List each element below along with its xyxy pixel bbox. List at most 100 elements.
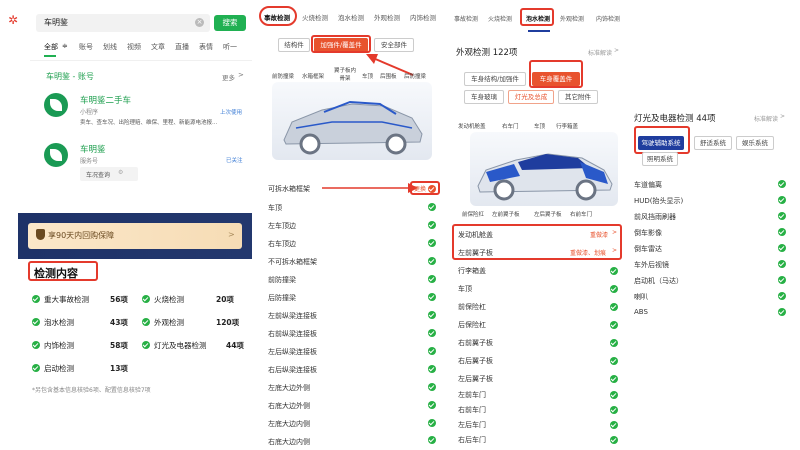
pill-body-structure[interactable]: 车身结构/加强件 bbox=[464, 72, 526, 86]
tab-fire[interactable]: 火烧检测 bbox=[302, 12, 328, 22]
std-link[interactable]: 标准解读 bbox=[754, 114, 778, 123]
row-label[interactable]: 右后车门 bbox=[458, 435, 486, 445]
row-label[interactable]: 左前翼子板 bbox=[458, 248, 493, 258]
account1-name[interactable]: 车明鉴二手车 bbox=[80, 94, 131, 106]
account2-tag: 已关注 bbox=[226, 158, 243, 164]
tab-video[interactable]: 视频 bbox=[127, 42, 141, 52]
more-link[interactable]: 更多 bbox=[222, 72, 235, 82]
tab-exterior[interactable]: 外观检测 bbox=[374, 12, 400, 22]
tab-live[interactable]: 直播 bbox=[175, 42, 189, 52]
clear-icon[interactable]: × bbox=[195, 18, 204, 27]
pill-comfort[interactable]: 舒适系统 bbox=[694, 136, 732, 150]
row-label[interactable]: ABS bbox=[634, 308, 648, 316]
search-box[interactable]: 车明鉴 × bbox=[36, 14, 210, 32]
check-icon bbox=[610, 375, 618, 383]
row-label[interactable]: 右车顶边 bbox=[268, 239, 296, 249]
check-icon bbox=[778, 244, 786, 252]
row-label[interactable]: 左后翼子板 bbox=[458, 374, 493, 384]
row-label[interactable]: 发动机舱盖 bbox=[458, 230, 493, 240]
inspect-item[interactable]: 灯光及电器检测 44项 bbox=[142, 339, 252, 351]
filter-icon[interactable]: ≑ bbox=[62, 42, 68, 50]
car-label: 车顶 bbox=[534, 124, 546, 130]
check-icon bbox=[778, 308, 786, 316]
row-label[interactable]: 后防撞梁 bbox=[268, 293, 296, 303]
tab-line[interactable]: 划线 bbox=[103, 42, 117, 52]
inspect-item[interactable]: 启动检测 13项 bbox=[32, 362, 142, 374]
pill-entertainment[interactable]: 娱乐系统 bbox=[736, 136, 774, 150]
shield-icon bbox=[36, 229, 45, 240]
row-label[interactable]: 左后纵梁连接板 bbox=[268, 347, 317, 357]
tab-exterior[interactable]: 外观检测 bbox=[560, 14, 584, 23]
row-label[interactable]: 左底大边外侧 bbox=[268, 383, 310, 393]
tab-accident[interactable]: 事故检测 bbox=[454, 14, 478, 23]
row-label[interactable]: 倒车雷达 bbox=[634, 244, 662, 254]
row-label[interactable]: 左车顶边 bbox=[268, 221, 296, 231]
exterior-title: 外观检测 122项 bbox=[456, 48, 518, 58]
search-button[interactable]: 搜索 bbox=[214, 15, 246, 31]
row-label[interactable]: HUD(抬头显示) bbox=[634, 196, 683, 206]
row-label[interactable]: 车道偏离 bbox=[634, 180, 662, 190]
row-label[interactable]: 左前车门 bbox=[458, 390, 486, 400]
row-label[interactable]: 左前纵梁连接板 bbox=[268, 311, 317, 321]
row-label[interactable]: 右前翼子板 bbox=[458, 338, 493, 348]
pill-other[interactable]: 其它附件 bbox=[558, 90, 598, 104]
pill-lights[interactable]: 灯光及总成 bbox=[508, 90, 554, 104]
row-label[interactable]: 前防撞梁 bbox=[268, 275, 296, 285]
tab-interior[interactable]: 内饰检测 bbox=[410, 12, 436, 22]
electrical-title: 灯光及电器检测 44项 bbox=[634, 114, 716, 124]
tab-water[interactable]: 泡水检测 bbox=[338, 12, 364, 22]
inspect-item[interactable]: 内饰检测 58项 bbox=[32, 339, 142, 351]
std-link[interactable]: 标准解读 bbox=[588, 48, 612, 57]
tab-article[interactable]: 文章 bbox=[151, 42, 165, 52]
tab-listen[interactable]: 听一 bbox=[223, 42, 237, 52]
tab-fire[interactable]: 火烧检测 bbox=[488, 14, 512, 23]
guarantee-bar[interactable]: 享90天内回购保障 > bbox=[18, 213, 252, 259]
row-label[interactable]: 不可拆水箱框架 bbox=[268, 257, 317, 267]
gear-icon: ⚙ bbox=[118, 169, 124, 176]
chevron-right-icon: > bbox=[238, 71, 244, 79]
row-label[interactable]: 喇叭 bbox=[634, 292, 648, 302]
inspection-panel: 享90天内回购保障 > 检测内容 重大事故检测 56项 火烧检测 20项 泡水检… bbox=[18, 213, 252, 440]
tab-account[interactable]: 账号 bbox=[79, 42, 93, 52]
row-label[interactable]: 后保险杠 bbox=[458, 320, 486, 330]
tab-all[interactable]: 全部 bbox=[44, 42, 58, 52]
row-label[interactable]: 车外后视镜 bbox=[634, 260, 669, 270]
guarantee-inner: 享90天内回购保障 > bbox=[28, 223, 242, 249]
pill-glass[interactable]: 车身玻璃 bbox=[464, 90, 504, 104]
row-label[interactable]: 启动机（马达） bbox=[634, 276, 683, 286]
row-label[interactable]: 右底大边外侧 bbox=[268, 401, 310, 411]
row-label[interactable]: 行李箱盖 bbox=[458, 266, 486, 276]
row-label[interactable]: 右后翼子板 bbox=[458, 356, 493, 366]
check-icon bbox=[778, 276, 786, 284]
tab-interior[interactable]: 内饰检测 bbox=[596, 14, 620, 23]
guarantee-text: 享90天内回购保障 bbox=[48, 231, 115, 240]
inspect-item[interactable]: 火烧检测 20项 bbox=[142, 293, 252, 305]
car-label: 前保险杠 bbox=[462, 212, 485, 218]
check-icon bbox=[428, 275, 436, 283]
row-label[interactable]: 可拆水箱框架 bbox=[268, 184, 310, 194]
tab-emoji[interactable]: 表情 bbox=[199, 42, 213, 52]
search-input[interactable]: 车明鉴 bbox=[44, 17, 68, 28]
chevron-right-icon: > bbox=[612, 247, 618, 254]
account2-sub-button[interactable]: 车况查询 ⚙ bbox=[80, 167, 138, 181]
row-label[interactable]: 倒车影像 bbox=[634, 228, 662, 238]
account2-name[interactable]: 车明鉴 bbox=[80, 143, 106, 155]
row-label[interactable]: 前风挡雨刷器 bbox=[634, 212, 676, 222]
check-icon bbox=[610, 321, 618, 329]
inspect-item[interactable]: 重大事故检测 56项 bbox=[32, 293, 142, 305]
row-label[interactable]: 左后车门 bbox=[458, 420, 486, 430]
row-label[interactable]: 右底大边内侧 bbox=[268, 437, 310, 447]
row-label[interactable]: 右后纵梁连接板 bbox=[268, 365, 317, 375]
row-label[interactable]: 右前纵梁连接板 bbox=[268, 329, 317, 339]
row-label[interactable]: 车顶 bbox=[268, 203, 282, 213]
row-label[interactable]: 车顶 bbox=[458, 284, 472, 294]
pill-lighting[interactable]: 照明系统 bbox=[642, 152, 678, 166]
row-label[interactable]: 右前车门 bbox=[458, 405, 486, 415]
inspect-item[interactable]: 泡水检测 43项 bbox=[32, 316, 142, 328]
pill-structure[interactable]: 结构件 bbox=[278, 38, 310, 52]
check-icon bbox=[778, 292, 786, 300]
row-label[interactable]: 前保险杠 bbox=[458, 302, 486, 312]
inspect-item[interactable]: 外观检测 120项 bbox=[142, 316, 252, 328]
row-label[interactable]: 左底大边内侧 bbox=[268, 419, 310, 429]
car-frame-diagram bbox=[272, 82, 432, 160]
